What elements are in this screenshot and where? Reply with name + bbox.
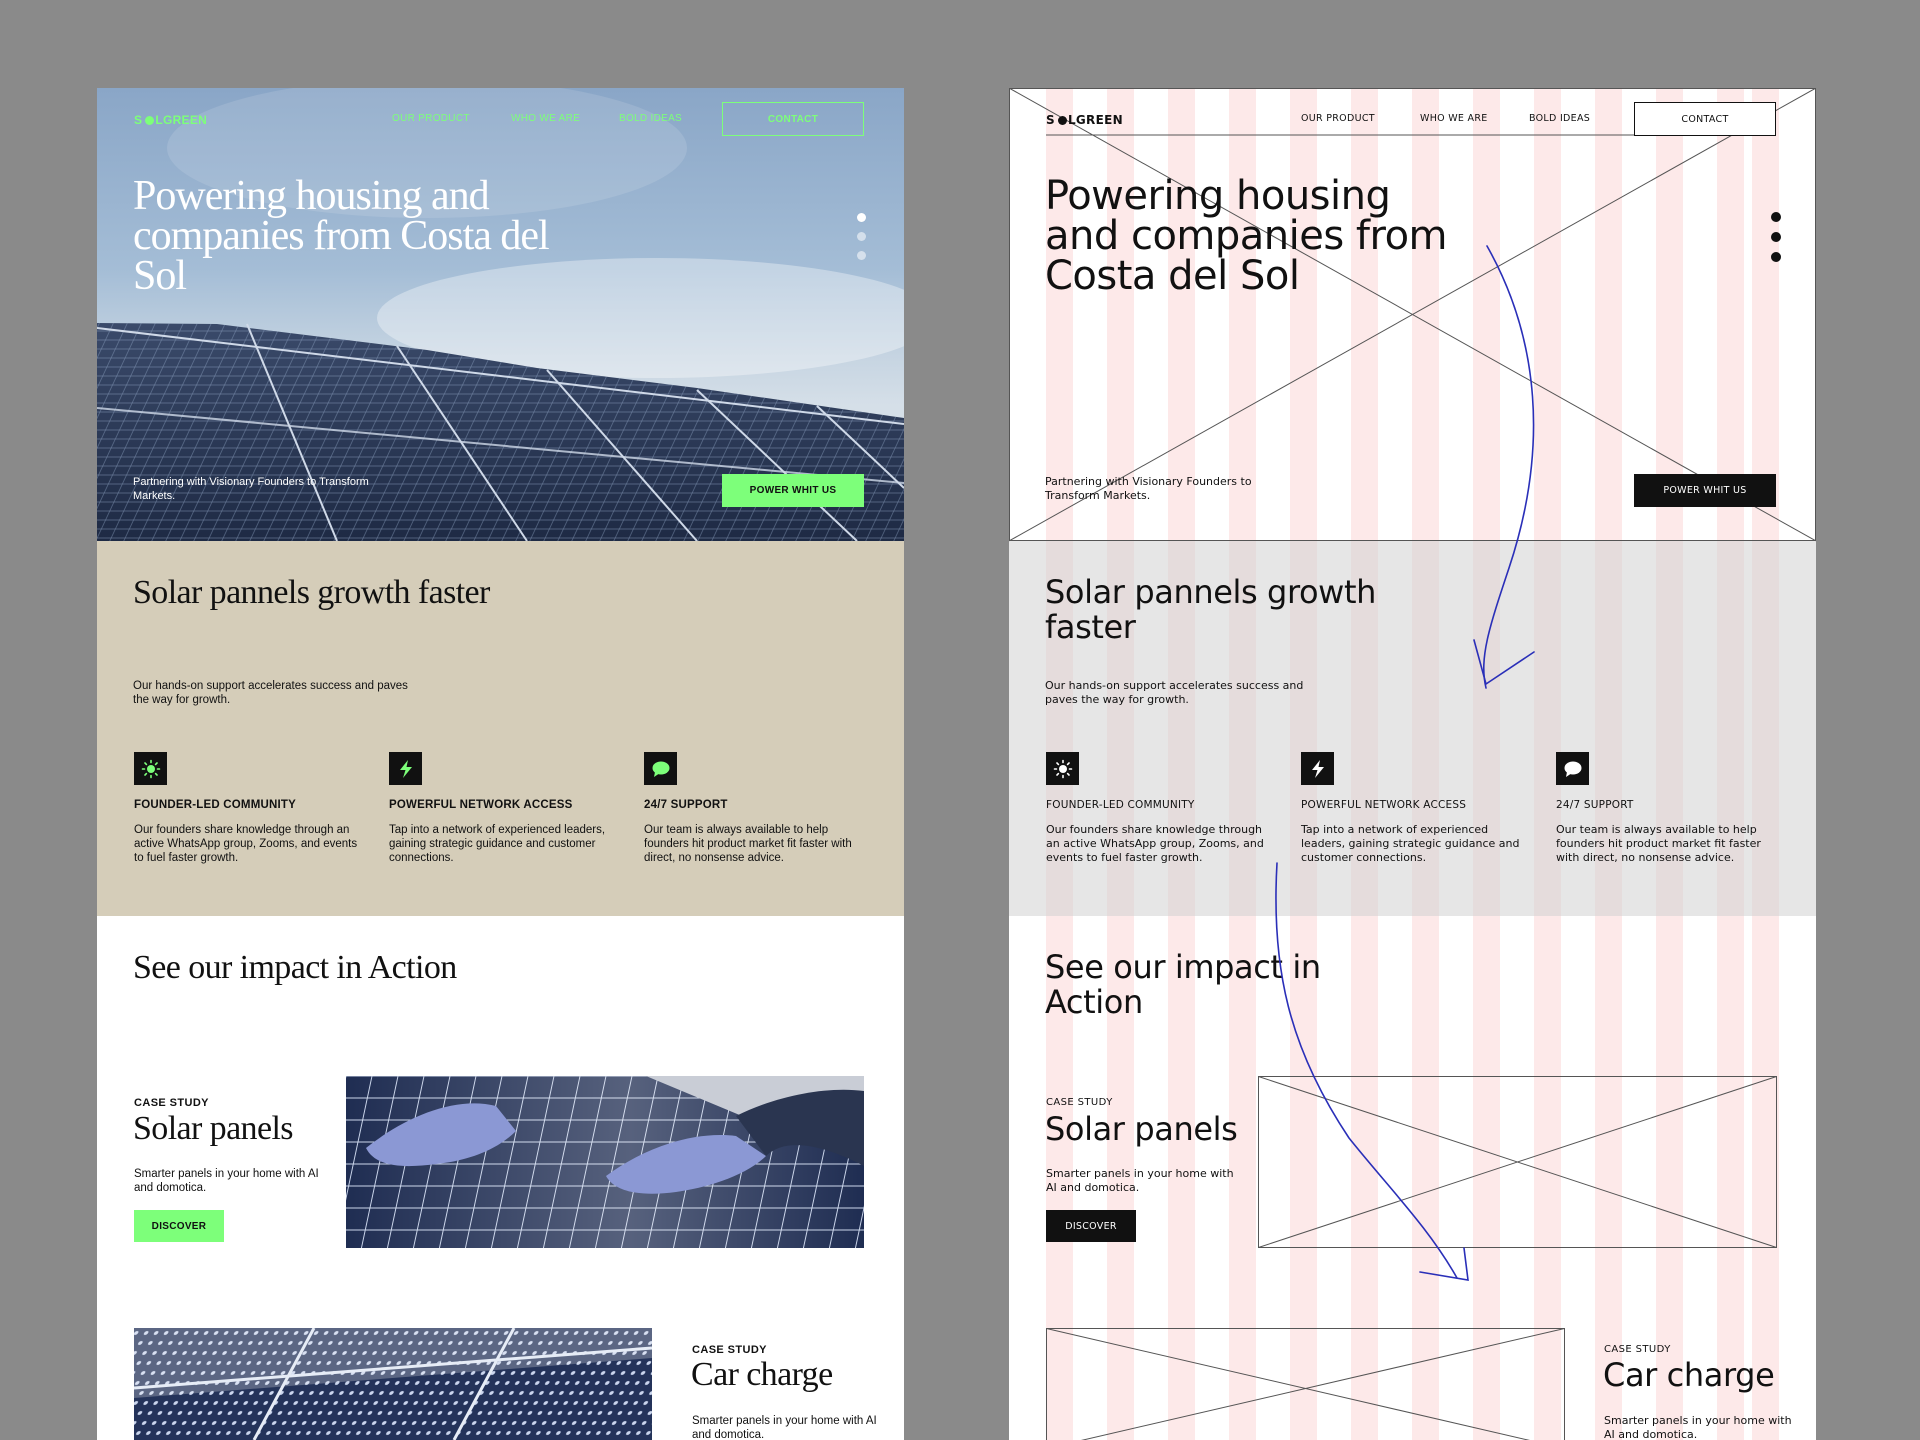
case-title-solar-panels: Solar panels [133,1110,294,1147]
feature-text: Our team is always available to help fou… [1556,823,1761,864]
feature-community: FOUNDER-LED COMMUNITY Our founders share… [1046,752,1276,865]
impact-title: See our impact in Action [1045,948,1321,1021]
feature-title: POWERFUL NETWORK ACCESS [389,799,573,811]
slider-dots[interactable] [857,213,866,270]
chat-bubble-icon [1556,752,1589,785]
growth-section: Solar pannels growth faster Our hands-on… [97,541,904,916]
impact-title: See our impact in Action [133,949,457,986]
growth-section: Solar pannels growth faster Our hands-on… [1009,541,1816,916]
feature-text: Our founders share knowledge through an … [1046,823,1264,864]
chat-bubble-icon [644,752,677,785]
slider-dot[interactable] [857,232,866,241]
contact-button[interactable]: CONTACT [722,102,864,136]
logo[interactable]: S LGREEN [1046,113,1123,127]
discover-button[interactable]: DISCOVER [134,1210,224,1242]
growth-title: Solar pannels growth faster [133,574,490,611]
feature-text: Our founders share knowledge through an … [134,824,358,864]
feature-title: POWERFUL NETWORK ACCESS [1301,799,1467,811]
case-study-tag: CASE STUDY [134,1097,209,1109]
case-title-car-charge: Car charge [1603,1356,1775,1394]
feature-support: 24/7 SUPPORT Our team is always availabl… [1556,752,1786,865]
feature-community: FOUNDER-LED COMMUNITY Our founders share… [134,752,364,865]
growth-title: Solar pannels growth faster [1045,573,1376,646]
feature-title: FOUNDER-LED COMMUNITY [1046,799,1195,811]
power-with-us-button[interactable]: POWER WHIT US [1634,474,1776,507]
hero-section: S LGREEN OUR PRODUCT WHO WE ARE BOLD IDEA… [97,88,904,541]
nav-our-product[interactable]: OUR PRODUCT [392,113,470,124]
case-title-solar-panels: Solar panels [1045,1110,1238,1148]
nav-who-we-are[interactable]: WHO WE ARE [1420,113,1488,124]
sun-icon [134,752,167,785]
nav-bold-ideas[interactable]: BOLD IDEAS [619,113,682,124]
slider-dot-active[interactable] [857,213,866,222]
feature-text: Tap into a network of experienced leader… [389,824,606,864]
case-title-car-charge: Car charge [691,1356,833,1393]
lightning-icon [1301,752,1334,785]
slider-dot[interactable] [1771,232,1781,242]
case-text: Smarter panels in your home with AI and … [1604,1414,1792,1440]
discover-button[interactable]: DISCOVER [1046,1210,1136,1242]
nav-our-product[interactable]: OUR PRODUCT [1301,113,1375,124]
hero-subtitle: Partnering with Visionary Founders to Tr… [1045,475,1252,502]
nav-bold-ideas[interactable]: BOLD IDEAS [1529,113,1590,124]
logo-dot-icon [145,116,155,125]
feature-network: POWERFUL NETWORK ACCESS Tap into a netwo… [389,752,619,865]
case-image-panel-closeup [134,1328,652,1440]
hero-title: Powering housing and companies from Cost… [1045,173,1448,299]
feature-title: 24/7 SUPPORT [644,799,728,811]
slider-dot[interactable] [857,251,866,260]
case-text: Smarter panels in your home with AI and … [692,1415,877,1440]
logo[interactable]: S LGREEN [134,113,207,127]
feature-title: FOUNDER-LED COMMUNITY [134,799,296,811]
feature-text: Our team is always available to help fou… [644,824,852,864]
growth-subtitle: Our hands-on support accelerates success… [1045,679,1304,706]
feature-support: 24/7 SUPPORT Our team is always availabl… [644,752,874,865]
case-text: Smarter panels in your home with AI and … [134,1168,319,1194]
nav-who-we-are[interactable]: WHO WE ARE [511,113,580,124]
hero-subtitle: Partnering with Visionary Founders to Tr… [133,476,369,502]
contact-button[interactable]: CONTACT [1634,102,1776,136]
logo-dot-icon [1057,116,1067,125]
feature-text: Tap into a network of experienced leader… [1301,823,1520,864]
power-with-us-button[interactable]: POWER WHIT US [722,474,864,507]
case-image-hands-on-panel [346,1076,864,1248]
slider-dots[interactable] [1771,212,1781,272]
design-mockup: S LGREEN OUR PRODUCT WHO WE ARE BOLD IDEA… [97,88,904,1440]
case-study-tag: CASE STUDY [1046,1097,1113,1108]
case-text: Smarter panels in your home with AI and … [1046,1167,1234,1194]
growth-subtitle: Our hands-on support accelerates success… [133,680,408,706]
feature-network: POWERFUL NETWORK ACCESS Tap into a netwo… [1301,752,1531,865]
feature-title: 24/7 SUPPORT [1556,799,1634,811]
slider-dot-active[interactable] [1771,212,1781,222]
case-study-tag: CASE STUDY [1604,1344,1671,1355]
wireframe-mockup: S LGREEN OUR PRODUCT WHO WE ARE BOLD IDEA… [1009,88,1816,1440]
hero-title: Powering housing and companies from Cost… [133,173,550,299]
case-study-tag: CASE STUDY [692,1344,767,1356]
lightning-icon [389,752,422,785]
slider-dot[interactable] [1771,252,1781,262]
sun-icon [1046,752,1079,785]
